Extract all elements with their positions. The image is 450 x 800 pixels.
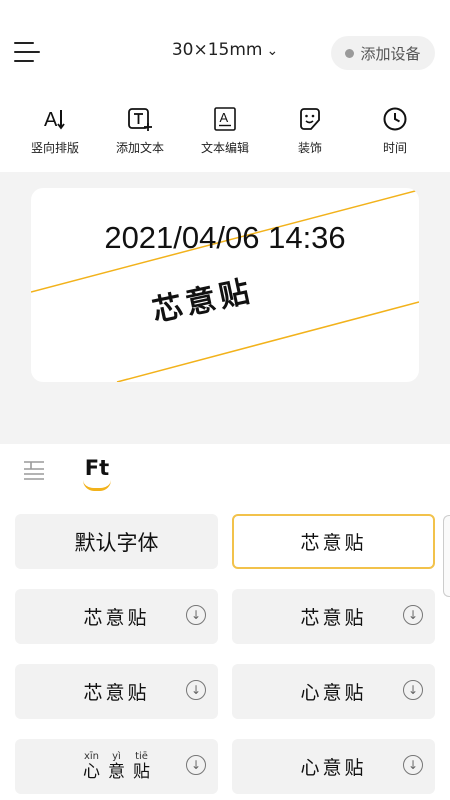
download-icon[interactable]: ↓ — [403, 755, 423, 775]
hanzi-text: 贴 — [133, 762, 150, 782]
scrollbar[interactable] — [443, 515, 450, 597]
chevron-down-icon: ⌄ — [266, 43, 279, 59]
font-option[interactable]: 芯意贴 ↓ — [15, 589, 218, 644]
download-icon[interactable]: ↓ — [186, 605, 206, 625]
tool-vertical-layout[interactable]: A 竖向排版 — [15, 100, 95, 156]
download-icon[interactable]: ↓ — [403, 605, 423, 625]
font-list: 默认字体 芯意贴 芯意贴 ↓ 芯意贴 ↓ 芯意贴 ↓ 心意贴 ↓ xīn 心 yì… — [0, 500, 450, 800]
svg-text:A: A — [220, 110, 229, 125]
font-option-sample: 芯意贴 — [300, 607, 367, 629]
tool-label: 添加文本 — [115, 141, 164, 155]
font-option-selected[interactable]: 芯意贴 — [232, 514, 435, 569]
pinyin-text: tiē — [135, 751, 148, 762]
clock-icon — [383, 107, 407, 131]
label-preview-area: 2021/04/06 14:36 芯意贴 — [0, 172, 450, 444]
add-device-button[interactable]: 添加设备 — [331, 36, 435, 70]
tool-label: 时间 — [382, 141, 407, 155]
vertical-layout-icon: A — [44, 109, 65, 131]
tool-add-text[interactable]: 添加文本 — [100, 100, 180, 156]
add-text-icon — [128, 108, 152, 131]
pinyin-sample: xīn 心 yì 意 tiē 贴 — [83, 752, 150, 781]
font-option-default[interactable]: 默认字体 — [15, 514, 218, 569]
add-device-label: 添加设备 — [360, 44, 421, 63]
tab-text-align[interactable] — [22, 458, 46, 482]
hanzi-text: 心 — [83, 762, 100, 782]
tool-time[interactable]: 时间 — [355, 100, 435, 156]
download-icon[interactable]: ↓ — [403, 680, 423, 700]
tool-text-edit[interactable]: A 文本编辑 — [185, 100, 265, 156]
active-tab-indicator — [83, 480, 111, 491]
label-size-selector[interactable]: 30×15mm ⌄ — [150, 40, 300, 60]
font-option[interactable]: 心意贴 ↓ — [232, 739, 435, 794]
tab-font[interactable]: Ft — [82, 456, 112, 491]
sticker-icon — [300, 108, 320, 130]
style-tabs: Ft — [0, 444, 450, 500]
edit-toolbar: A 竖向排版 添加文本 A 文本编辑 装饰 时间 — [0, 100, 450, 172]
font-option[interactable]: 芯意贴 ↓ — [15, 664, 218, 719]
font-option-label: 默认字体 — [74, 530, 159, 555]
menu-icon[interactable] — [14, 38, 40, 66]
font-option-sample: 芯意贴 — [83, 682, 150, 704]
tool-label: 装饰 — [297, 141, 322, 155]
font-option-sample: 芯意贴 — [300, 532, 367, 554]
font-tab-label: Ft — [84, 456, 110, 480]
font-option-sample: 心意贴 — [300, 682, 367, 704]
tool-decoration[interactable]: 装饰 — [270, 100, 350, 156]
svg-text:A: A — [44, 109, 58, 131]
font-option[interactable]: 心意贴 ↓ — [232, 664, 435, 719]
label-canvas[interactable]: 2021/04/06 14:36 芯意贴 — [31, 188, 419, 382]
tool-label: 竖向排版 — [30, 141, 79, 155]
text-align-icon — [24, 461, 44, 480]
font-option-sample: 芯意贴 — [83, 607, 150, 629]
text-edit-icon: A — [214, 107, 236, 131]
font-option-pinyin[interactable]: xīn 心 yì 意 tiē 贴 ↓ — [15, 739, 218, 794]
top-bar: 30×15mm ⌄ 添加设备 — [0, 0, 450, 100]
tool-label: 文本编辑 — [200, 141, 249, 155]
label-size-text: 30×15mm — [171, 40, 263, 60]
font-option-sample: 心意贴 — [300, 757, 367, 779]
font-option[interactable]: 芯意贴 ↓ — [232, 589, 435, 644]
pinyin-text: xīn — [83, 751, 100, 762]
connection-status-dot — [345, 48, 355, 58]
pinyin-text: yì — [112, 751, 121, 762]
hanzi-text: 意 — [108, 762, 125, 782]
download-icon[interactable]: ↓ — [186, 680, 206, 700]
label-date-text[interactable]: 2021/04/06 14:36 — [31, 220, 419, 256]
download-icon[interactable]: ↓ — [186, 755, 206, 775]
